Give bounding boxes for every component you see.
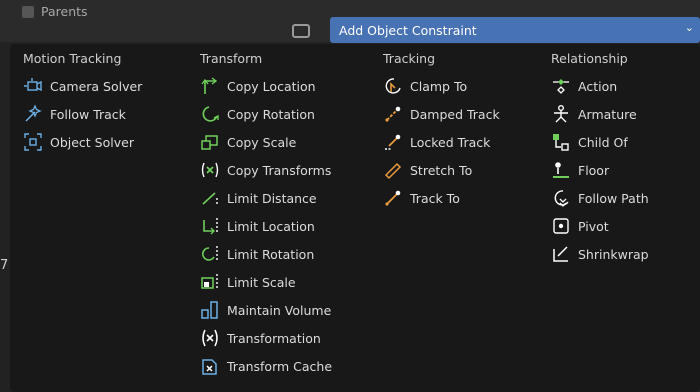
menu-item-label: Follow Track: [50, 106, 126, 122]
transform-heading: Transform: [200, 51, 263, 66]
track-to-icon: [383, 188, 403, 208]
maintain-volume-icon: [200, 300, 220, 320]
menu-item-follow-path[interactable]: Follow Path: [551, 184, 649, 212]
menu-item-transform-cache[interactable]: Transform Cache: [200, 352, 332, 380]
add-object-constraint-dropdown[interactable]: Add Object Constraint ⌄: [330, 17, 700, 43]
menu-item-label: Object Solver: [50, 134, 134, 150]
copy-scale-icon: [200, 132, 220, 152]
menu-item-transformation[interactable]: Transformation: [200, 324, 332, 352]
menu-item-label: Transform Cache: [227, 358, 333, 374]
menu-item-track-to[interactable]: Track To: [383, 184, 500, 212]
menu-item-label: Action: [578, 78, 618, 94]
camera-solver-icon: [23, 76, 43, 96]
checkbox-icon: [22, 5, 34, 18]
transform-column: Transform Copy Location Copy Rotation Co…: [200, 50, 332, 380]
menu-item-label: Limit Location: [227, 218, 315, 234]
menu-item-follow-track[interactable]: Follow Track: [23, 100, 142, 128]
menu-item-maintain-volume[interactable]: Maintain Volume: [200, 296, 332, 324]
menu-item-copy-transforms[interactable]: Copy Transforms: [200, 156, 332, 184]
menu-item-floor[interactable]: Floor: [551, 156, 649, 184]
shrinkwrap-icon: [551, 244, 571, 264]
constraint-menu: Motion Tracking Camera Solver Follow Tra…: [10, 44, 700, 392]
menu-item-label: Locked Track: [410, 134, 491, 150]
menu-item-label: Follow Path: [578, 190, 649, 206]
parents-label: Parents: [41, 4, 88, 19]
menu-item-pivot[interactable]: Pivot: [551, 212, 649, 240]
menu-item-locked-track[interactable]: Locked Track: [383, 128, 500, 156]
clamp-to-icon: [383, 76, 403, 96]
menu-item-label: Damped Track: [410, 106, 500, 122]
menu-item-label: Child Of: [578, 134, 628, 150]
constraints-tab-icon[interactable]: [292, 24, 310, 38]
stretch-to-icon: [383, 160, 403, 180]
follow-track-icon: [23, 104, 43, 124]
menu-item-label: Copy Location: [227, 78, 316, 94]
menu-item-limit-scale[interactable]: Limit Scale: [200, 268, 332, 296]
menu-item-label: Transformation: [227, 330, 321, 346]
menu-item-camera-solver[interactable]: Camera Solver: [23, 72, 142, 100]
menu-item-clamp-to[interactable]: Clamp To: [383, 72, 500, 100]
menu-item-damped-track[interactable]: Damped Track: [383, 100, 500, 128]
relationship-column: Relationship Action Armature Child Of Fl…: [551, 50, 649, 268]
menu-item-action[interactable]: Action: [551, 72, 649, 100]
transformation-icon: [200, 328, 220, 348]
menu-item-label: Shrinkwrap: [578, 246, 649, 262]
menu-item-label: Floor: [578, 162, 610, 178]
menu-item-label: Limit Scale: [227, 274, 296, 290]
menu-item-child-of[interactable]: Child Of: [551, 128, 649, 156]
menu-item-copy-location[interactable]: Copy Location: [200, 72, 332, 100]
action-icon: [551, 76, 571, 96]
background-number: 7: [0, 258, 9, 273]
menu-item-copy-scale[interactable]: Copy Scale: [200, 128, 332, 156]
menu-item-label: Maintain Volume: [227, 302, 332, 318]
floor-icon: [551, 160, 571, 180]
menu-item-label: Copy Rotation: [227, 106, 315, 122]
damped-track-icon: [383, 104, 403, 124]
motion-tracking-column: Motion Tracking Camera Solver Follow Tra…: [23, 50, 142, 156]
menu-item-limit-distance[interactable]: Limit Distance: [200, 184, 332, 212]
limit-distance-icon: [200, 188, 220, 208]
menu-item-label: Clamp To: [410, 78, 468, 94]
menu-item-label: Camera Solver: [50, 78, 143, 94]
menu-item-shrinkwrap[interactable]: Shrinkwrap: [551, 240, 649, 268]
locked-track-icon: [383, 132, 403, 152]
transform-cache-icon: [200, 356, 220, 376]
motion-tracking-heading: Motion Tracking: [23, 51, 122, 66]
menu-item-label: Copy Transforms: [227, 162, 332, 178]
menu-item-armature[interactable]: Armature: [551, 100, 649, 128]
child-of-icon: [551, 132, 571, 152]
tracking-column: Tracking Clamp To Damped Track Locked Tr…: [383, 50, 500, 212]
copy-location-icon: [200, 76, 220, 96]
chevron-down-icon: ⌄: [684, 21, 694, 34]
menu-item-label: Pivot: [578, 218, 609, 234]
tracking-heading: Tracking: [383, 51, 436, 66]
menu-item-limit-location[interactable]: Limit Location: [200, 212, 332, 240]
relationship-heading: Relationship: [551, 51, 628, 66]
menu-item-copy-rotation[interactable]: Copy Rotation: [200, 100, 332, 128]
menu-item-limit-rotation[interactable]: Limit Rotation: [200, 240, 332, 268]
menu-item-label: Copy Scale: [227, 134, 297, 150]
limit-scale-icon: [200, 272, 220, 292]
menu-item-label: Limit Distance: [227, 190, 317, 206]
armature-icon: [551, 104, 571, 124]
copy-rotation-icon: [200, 104, 220, 124]
menu-item-label: Track To: [410, 190, 460, 206]
limit-rotation-icon: [200, 244, 220, 264]
dropdown-title: Add Object Constraint: [339, 22, 477, 38]
menu-item-object-solver[interactable]: Object Solver: [23, 128, 142, 156]
object-solver-icon: [23, 132, 43, 152]
menu-item-label: Stretch To: [410, 162, 473, 178]
pivot-icon: [551, 216, 571, 236]
menu-item-label: Limit Rotation: [227, 246, 315, 262]
menu-item-label: Armature: [578, 106, 637, 122]
menu-item-stretch-to[interactable]: Stretch To: [383, 156, 500, 184]
limit-location-icon: [200, 216, 220, 236]
parents-checkbox[interactable]: Parents: [22, 4, 88, 19]
follow-path-icon: [551, 188, 571, 208]
copy-transforms-icon: [200, 160, 220, 180]
